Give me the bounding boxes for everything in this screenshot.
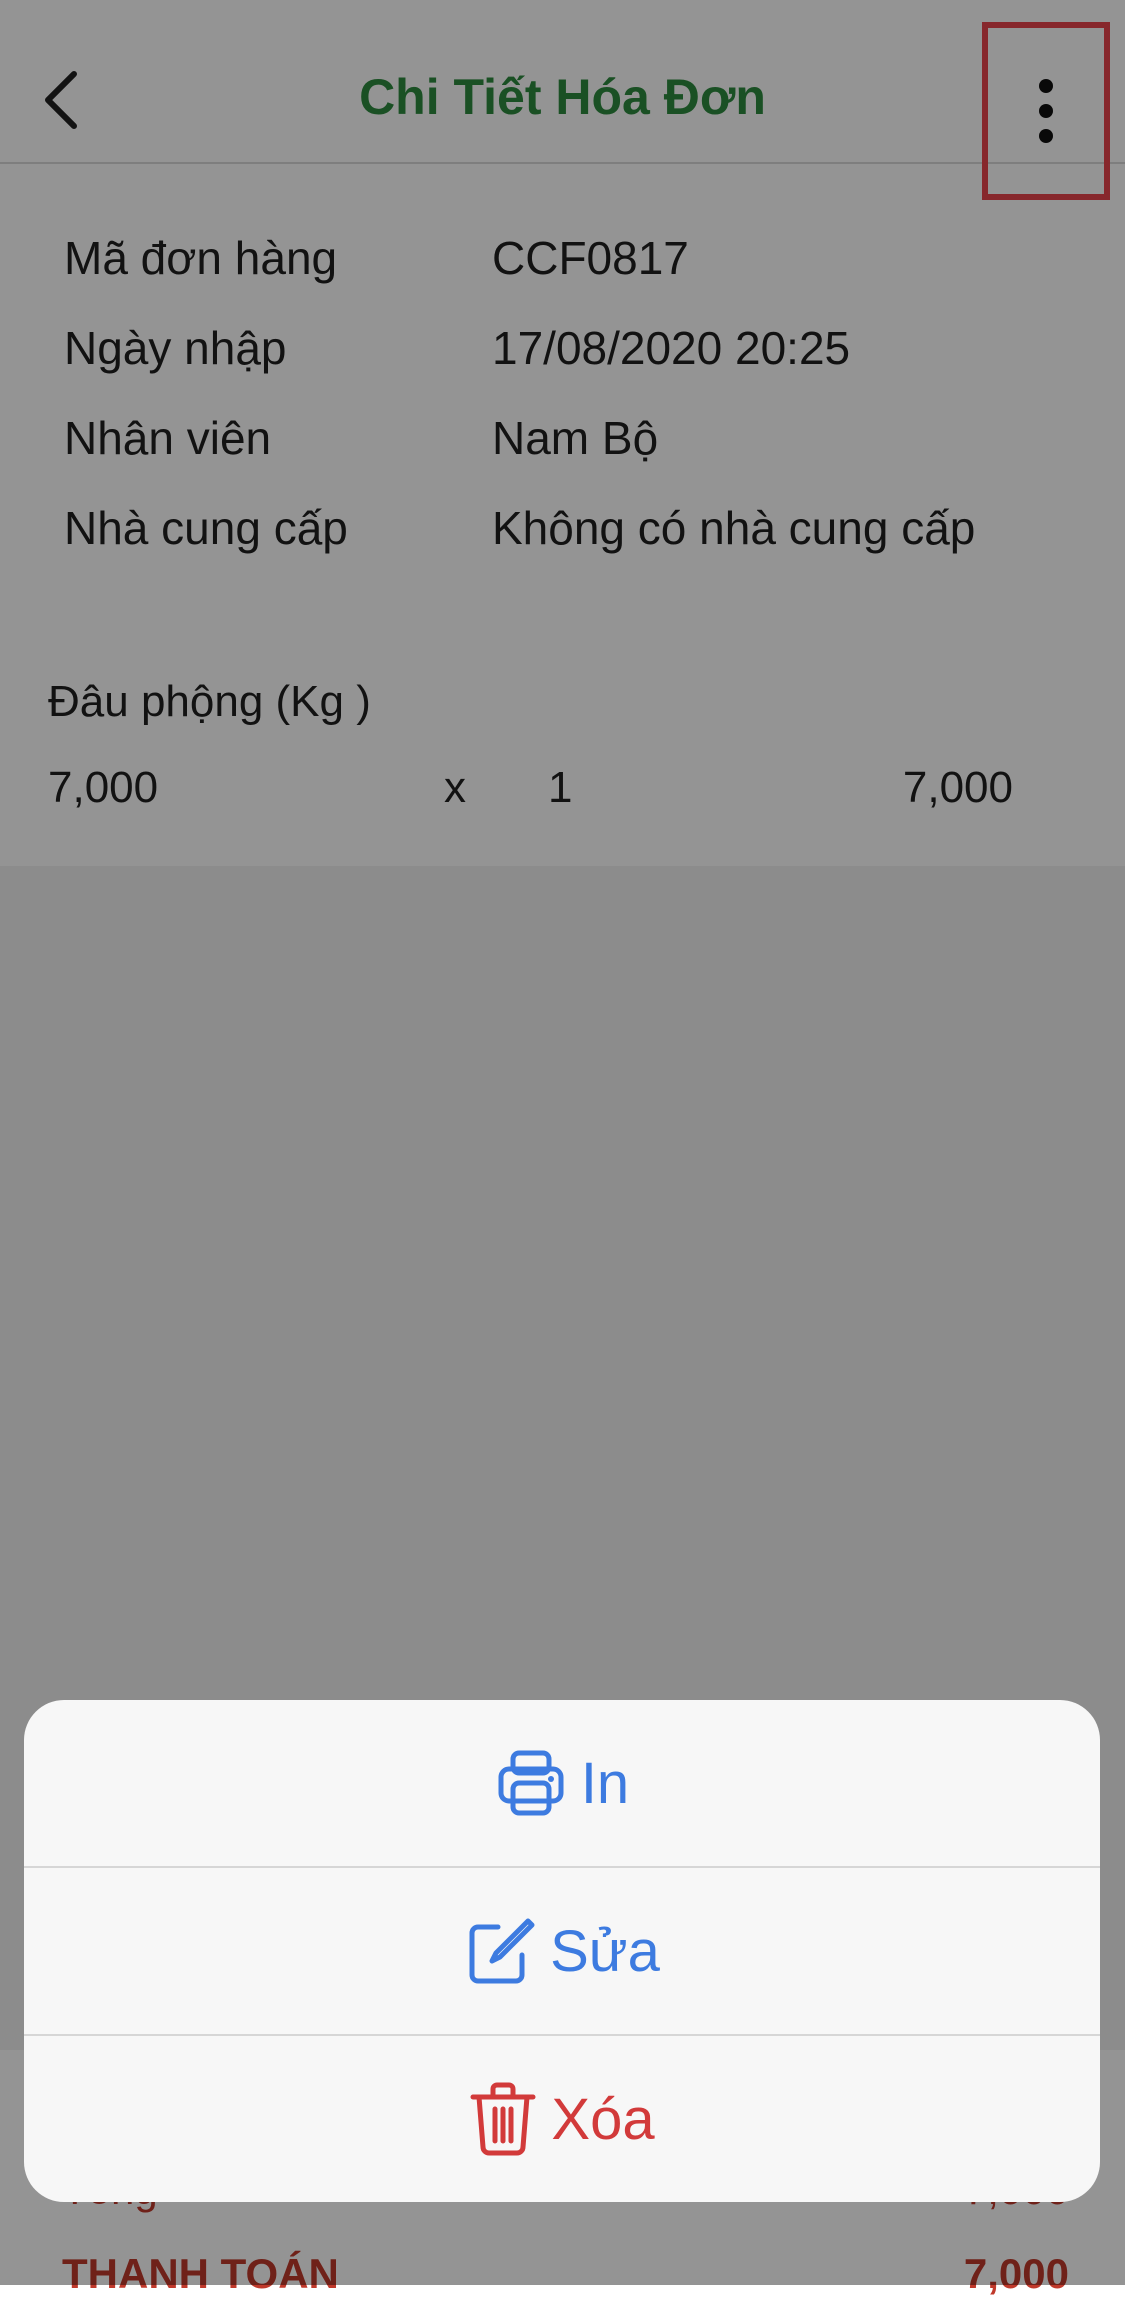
delete-button[interactable]: Xóa <box>24 2036 1100 2202</box>
print-label: In <box>580 1750 630 1816</box>
trash-icon <box>470 2082 536 2156</box>
edit-button[interactable]: Sửa <box>24 1868 1100 2034</box>
action-sheet: In Sửa Xóa <box>24 1700 1100 2202</box>
edit-icon <box>469 1918 535 1984</box>
printer-icon <box>498 1750 564 1816</box>
delete-label: Xóa <box>551 2086 655 2152</box>
print-button[interactable]: In <box>24 1700 1100 1866</box>
edit-label: Sửa <box>550 1918 660 1984</box>
